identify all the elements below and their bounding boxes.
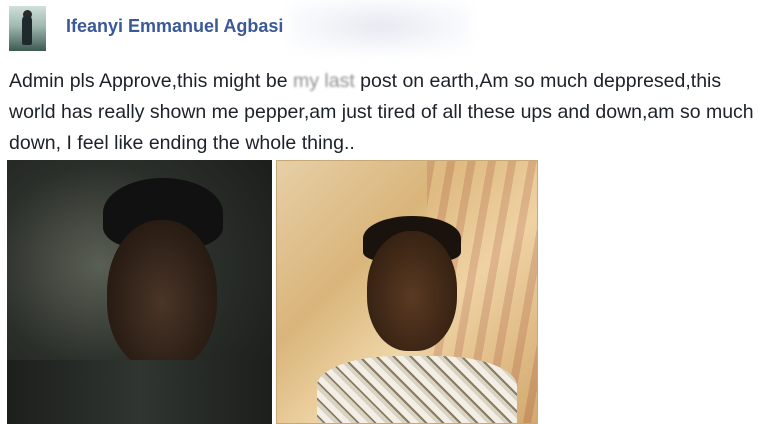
message-text-blurred: my last <box>292 70 355 92</box>
facebook-post: Ifeanyi Emmanuel Agbasi Admin pls Approv… <box>0 0 773 424</box>
post-photo-1[interactable] <box>7 160 272 424</box>
photo-2-shirt <box>317 356 517 423</box>
avatar-figure-body <box>22 15 32 45</box>
photo-1-shirt <box>7 360 272 424</box>
message-text-start: Admin pls Approve,this might be <box>9 70 293 92</box>
author-name-link[interactable]: Ifeanyi Emmanuel Agbasi <box>66 16 283 37</box>
redacted-blur <box>290 0 470 52</box>
photo-2-face <box>367 231 457 351</box>
post-photo-2[interactable] <box>276 160 538 424</box>
photo-1-face <box>107 220 217 370</box>
post-message: Admin pls Approve,this might be my last … <box>9 66 769 159</box>
author-avatar[interactable] <box>9 6 46 51</box>
